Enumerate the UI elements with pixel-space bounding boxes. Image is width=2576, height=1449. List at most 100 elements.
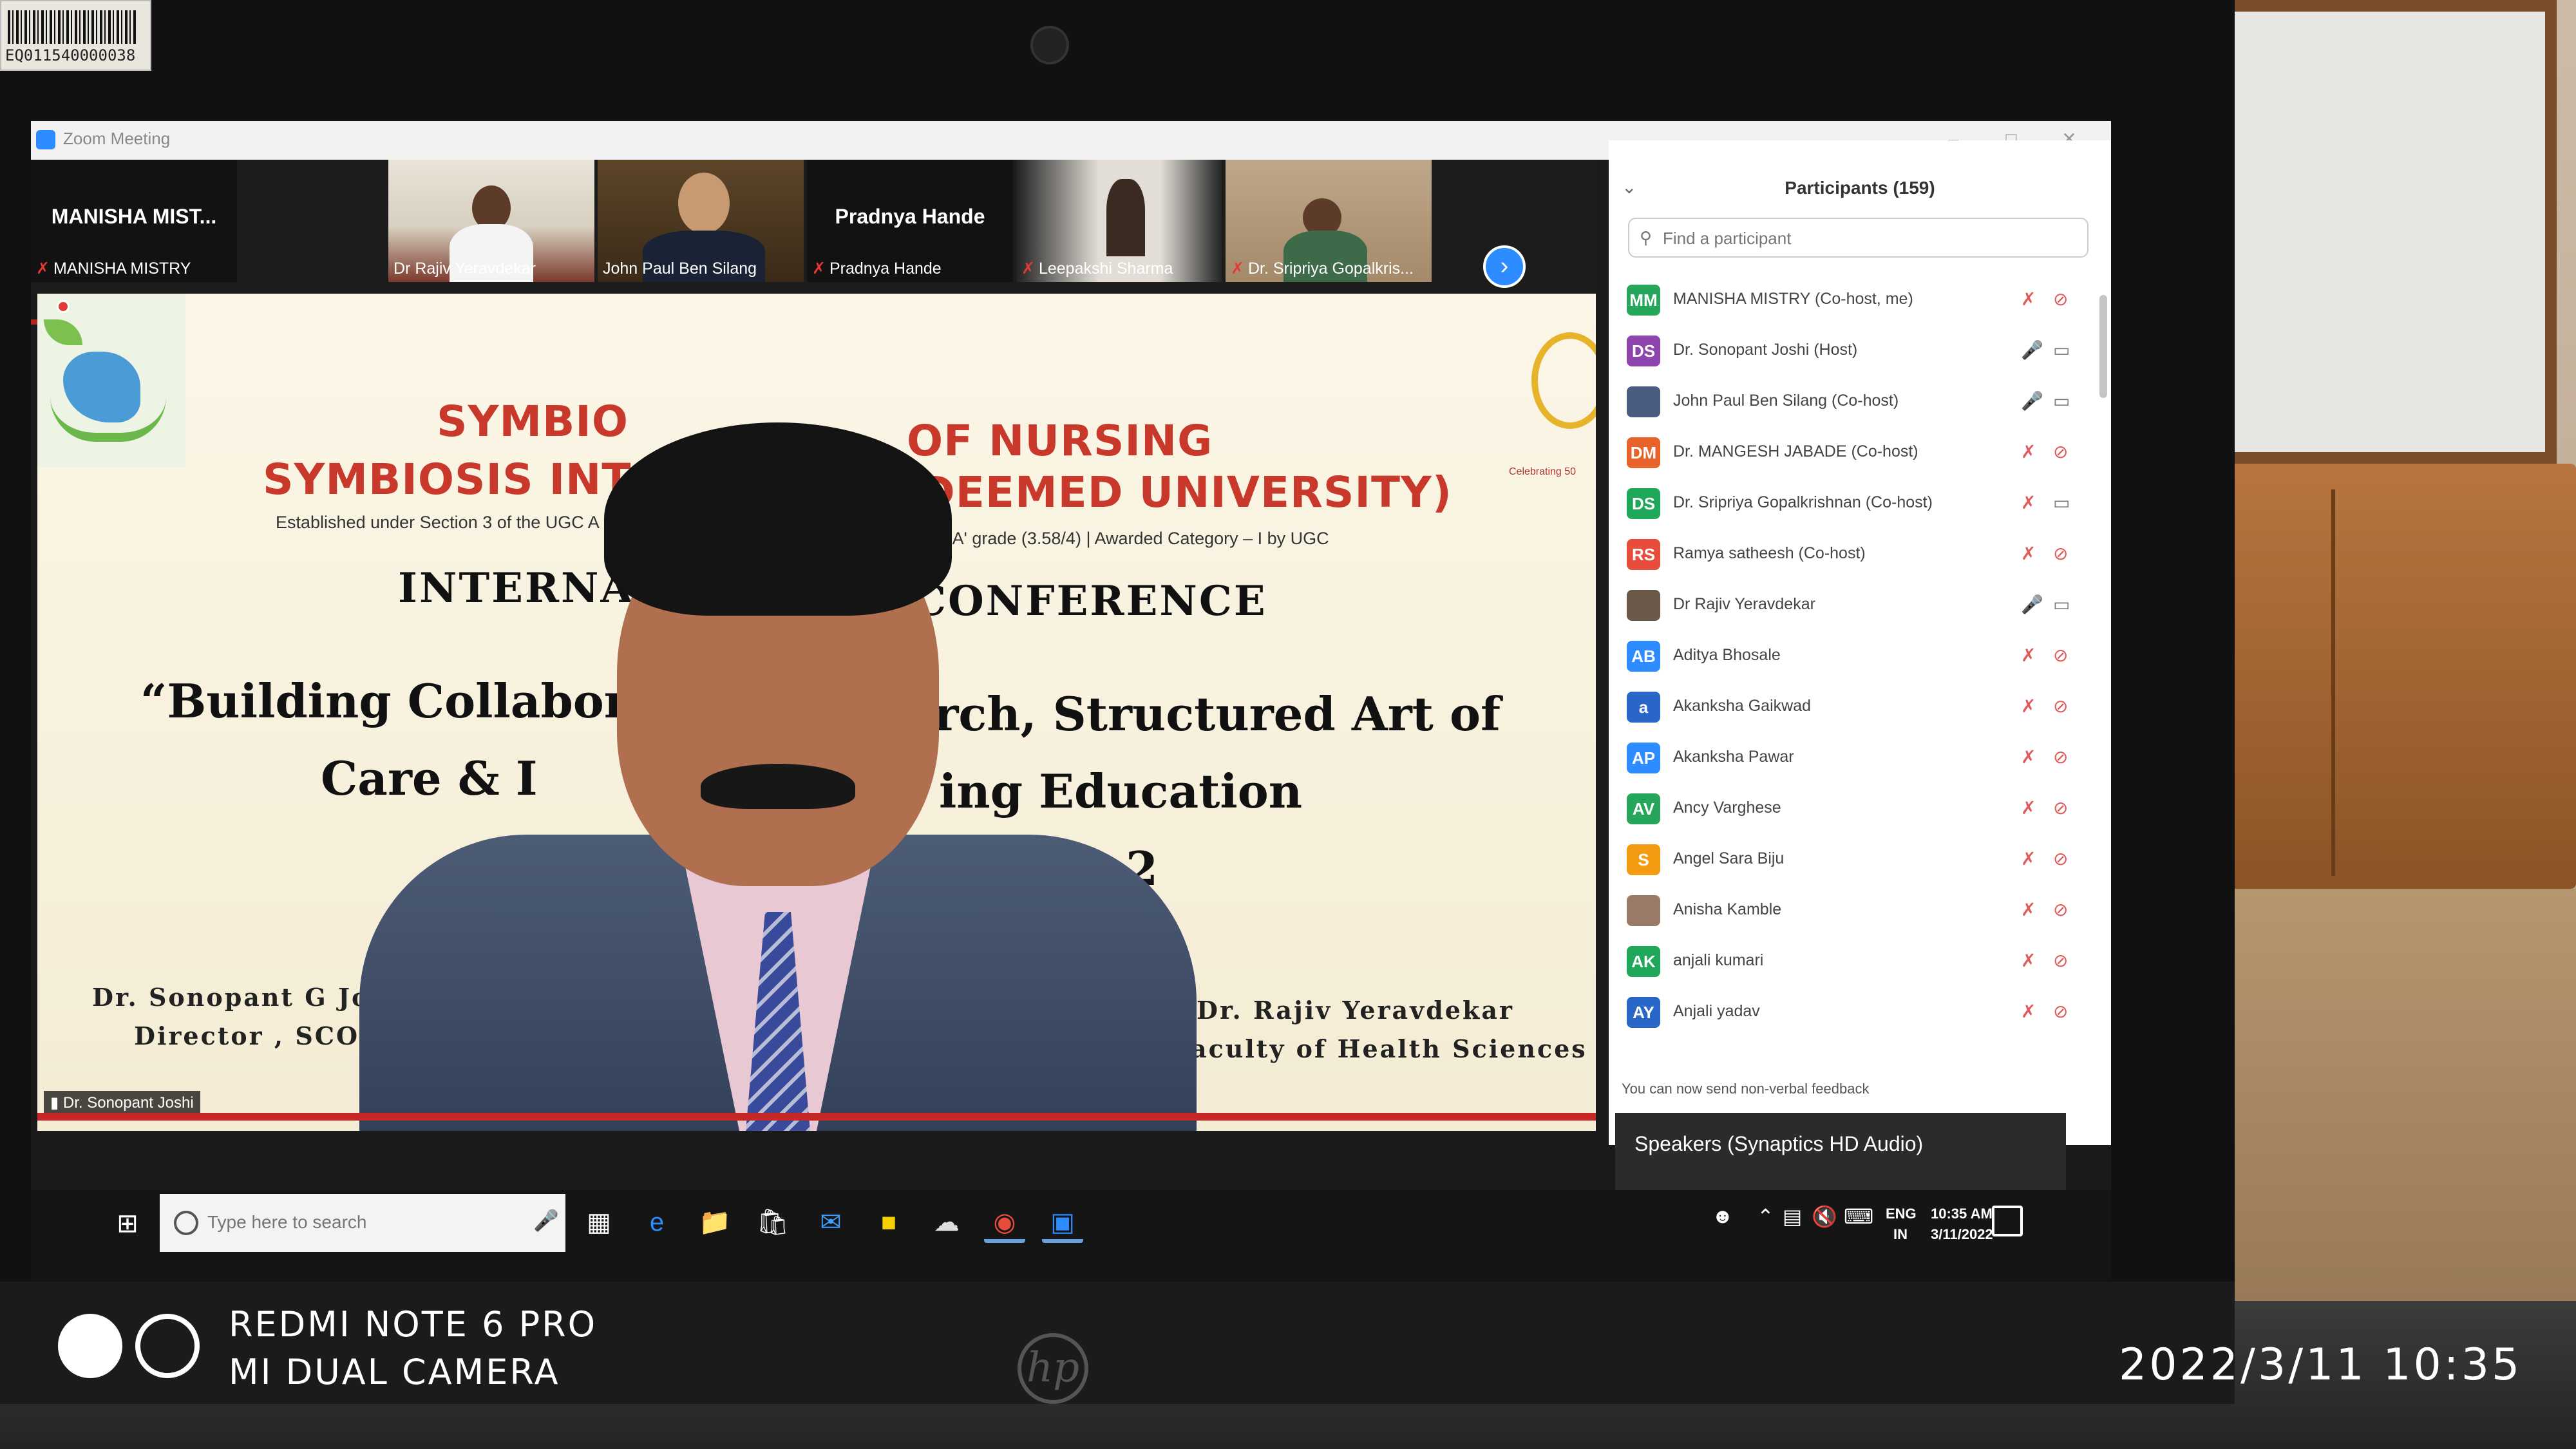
- recording-icon: [57, 300, 70, 313]
- chrome-browser-icon[interactable]: ◉: [984, 1202, 1025, 1243]
- avatar: DS: [1627, 488, 1660, 519]
- region-code[interactable]: IN: [1893, 1226, 1908, 1243]
- participant-name: Dr. Sripriya Gopalkrishnan (Co-host): [1673, 493, 1933, 511]
- window-title: Zoom Meeting: [63, 129, 171, 148]
- microphone-muted-icon[interactable]: ✗: [2021, 289, 2036, 310]
- scrollbar[interactable]: [2099, 295, 2107, 398]
- video-camera-icon[interactable]: ▭: [2053, 390, 2070, 412]
- video-camera-off-icon[interactable]: ⊘: [2053, 950, 2068, 971]
- participant-row[interactable]: AY Anjali yadav ✗ ⊘: [1609, 987, 2111, 1037]
- participant-row[interactable]: AP Akanksha Pawar ✗ ⊘: [1609, 732, 2111, 783]
- taskbar-search-input[interactable]: [207, 1209, 516, 1235]
- participant-row[interactable]: John Paul Ben Silang (Co-host) 🎤 ▭: [1609, 376, 2111, 427]
- microphone-muted-icon[interactable]: ✗: [2021, 543, 2036, 564]
- sticky-notes-icon[interactable]: ■: [868, 1202, 909, 1243]
- video-tile[interactable]: Dr Rajiv Yeravdekar: [388, 160, 594, 282]
- participant-row[interactable]: a Akanksha Gaikwad ✗ ⊘: [1609, 681, 2111, 732]
- video-camera-off-icon[interactable]: ⊘: [2053, 289, 2068, 310]
- microphone-muted-icon[interactable]: ✗: [2021, 492, 2036, 513]
- participant-row[interactable]: Anisha Kamble ✗ ⊘: [1609, 885, 2111, 936]
- microphone-icon[interactable]: 🎤: [2021, 339, 2043, 361]
- tile-label: Dr Rajiv Yeravdekar: [393, 260, 536, 278]
- microphone-muted-icon[interactable]: ✗: [2021, 696, 2036, 717]
- avatar: AY: [1627, 997, 1660, 1028]
- video-camera-off-icon[interactable]: ⊘: [2053, 848, 2068, 869]
- avatar: AP: [1627, 743, 1660, 773]
- mail-icon[interactable]: ✉: [810, 1202, 851, 1243]
- video-camera-off-icon[interactable]: ⊘: [2053, 441, 2068, 462]
- wooden-cabinet: [2177, 464, 2576, 889]
- clock-time[interactable]: 10:35 AM: [1931, 1206, 1993, 1222]
- paint-icon[interactable]: ☁: [926, 1202, 967, 1243]
- microphone-icon[interactable]: 🎤: [2021, 594, 2043, 615]
- participant-row[interactable]: MM MANISHA MISTRY (Co-host, me) ✗ ⊘: [1609, 274, 2111, 325]
- video-camera-icon[interactable]: ▭: [2053, 492, 2070, 513]
- participant-row[interactable]: DS Dr. Sripriya Gopalkrishnan (Co-host) ✗ ▭: [1609, 478, 2111, 529]
- language-code[interactable]: ENG: [1886, 1206, 1917, 1222]
- camera-model-watermark: REDMI NOTE 6 PRO MI DUAL CAMERA: [229, 1301, 597, 1396]
- task-view-icon[interactable]: ▦: [578, 1202, 620, 1243]
- windows-start-icon[interactable]: ⊞: [108, 1204, 147, 1243]
- microphone-muted-icon[interactable]: ✗: [2021, 441, 2036, 462]
- video-tile[interactable]: John Paul Ben Silang: [598, 160, 804, 282]
- zoom-taskbar-icon[interactable]: ▣: [1042, 1202, 1083, 1243]
- volume-muted-icon[interactable]: 🔇: [1812, 1204, 1837, 1229]
- participant-search-input[interactable]: [1663, 225, 2075, 251]
- microphone-muted-icon[interactable]: ✗: [2021, 645, 2036, 666]
- microphone-muted-icon[interactable]: ✗: [2021, 950, 2036, 971]
- participant-row[interactable]: RS Ramya satheesh (Co-host) ✗ ⊘: [1609, 529, 2111, 580]
- taskbar-search[interactable]: 🎤: [160, 1194, 565, 1252]
- video-tile[interactable]: ✗ Leepakshi Sharma: [1016, 160, 1222, 282]
- people-icon[interactable]: ☻: [1712, 1204, 1734, 1228]
- participant-name: Dr. MANGESH JABADE (Co-host): [1673, 442, 1918, 460]
- participant-row[interactable]: DS Dr. Sonopant Joshi (Host) 🎤 ▭: [1609, 325, 2111, 376]
- participant-row[interactable]: S Angel Sara Biju ✗ ⊘: [1609, 834, 2111, 885]
- video-camera-off-icon[interactable]: ⊘: [2053, 899, 2068, 920]
- microphone-muted-icon[interactable]: ✗: [2021, 899, 2036, 920]
- microphone-muted-icon[interactable]: ✗: [2021, 1001, 2036, 1022]
- hands-icon: [50, 397, 166, 442]
- main-shared-view: Celebrating 50 SYMBIO OF NURSING SYMBIOS…: [37, 294, 1596, 1131]
- edge-browser-icon[interactable]: e: [636, 1202, 677, 1243]
- participant-name: Anjali yadav: [1673, 1002, 1760, 1020]
- participants-header: ⌄ Participants (159): [1609, 140, 2111, 211]
- video-camera-icon[interactable]: ▭: [2053, 594, 2070, 615]
- chevron-up-icon[interactable]: ⌃: [1757, 1204, 1774, 1229]
- video-tile[interactable]: MANISHA MIST... ✗ MANISHA MISTRY: [31, 160, 237, 282]
- video-camera-off-icon[interactable]: ⊘: [2053, 645, 2068, 666]
- mic-muted-icon: ✗: [1021, 260, 1035, 278]
- participant-name: Akanksha Gaikwad: [1673, 697, 1812, 715]
- video-tile[interactable]: ✗ Dr. Sripriya Gopalkris...: [1226, 160, 1432, 282]
- participant-row[interactable]: Dr Rajiv Yeravdekar 🎤 ▭: [1609, 580, 2111, 630]
- participant-search[interactable]: ⚲: [1628, 218, 2088, 258]
- microphone-muted-icon[interactable]: ✗: [2021, 797, 2036, 819]
- participant-name: John Paul Ben Silang (Co-host): [1673, 392, 1899, 410]
- video-camera-off-icon[interactable]: ⊘: [2053, 746, 2068, 768]
- microphone-icon[interactable]: 🎤: [533, 1208, 559, 1233]
- next-page-icon[interactable]: ›: [1483, 245, 1526, 288]
- participant-name: Aditya Bhosale: [1673, 646, 1781, 664]
- file-explorer-icon[interactable]: 📁: [694, 1202, 735, 1243]
- participant-row[interactable]: DM Dr. MANGESH JABADE (Co-host) ✗ ⊘: [1609, 427, 2111, 478]
- participant-name: Akanksha Pawar: [1673, 748, 1794, 766]
- participant-row[interactable]: AV Ancy Varghese ✗ ⊘: [1609, 783, 2111, 834]
- search-icon: ⚲: [1640, 228, 1653, 247]
- notification-icon[interactable]: [1992, 1206, 2023, 1236]
- avatar: a: [1627, 692, 1660, 723]
- microphone-muted-icon[interactable]: ✗: [2021, 746, 2036, 768]
- video-tile[interactable]: Pradnya Hande ✗ Pradnya Hande: [807, 160, 1013, 282]
- store-icon[interactable]: 🛍: [752, 1202, 793, 1243]
- network-icon[interactable]: ▤: [1783, 1204, 1802, 1229]
- participant-row[interactable]: AB Aditya Bhosale ✗ ⊘: [1609, 630, 2111, 681]
- asset-sticker: EQ011540000038: [0, 0, 151, 71]
- video-camera-icon[interactable]: ▭: [2053, 339, 2070, 361]
- video-camera-off-icon[interactable]: ⊘: [2053, 1001, 2068, 1022]
- keyboard-icon[interactable]: ⌨: [1844, 1204, 1873, 1229]
- microphone-muted-icon[interactable]: ✗: [2021, 848, 2036, 869]
- clock-date[interactable]: 3/11/2022: [1931, 1226, 1993, 1243]
- video-camera-off-icon[interactable]: ⊘: [2053, 543, 2068, 564]
- video-camera-off-icon[interactable]: ⊘: [2053, 797, 2068, 819]
- video-camera-off-icon[interactable]: ⊘: [2053, 696, 2068, 717]
- microphone-icon[interactable]: 🎤: [2021, 390, 2043, 412]
- participant-row[interactable]: AK anjali kumari ✗ ⊘: [1609, 936, 2111, 987]
